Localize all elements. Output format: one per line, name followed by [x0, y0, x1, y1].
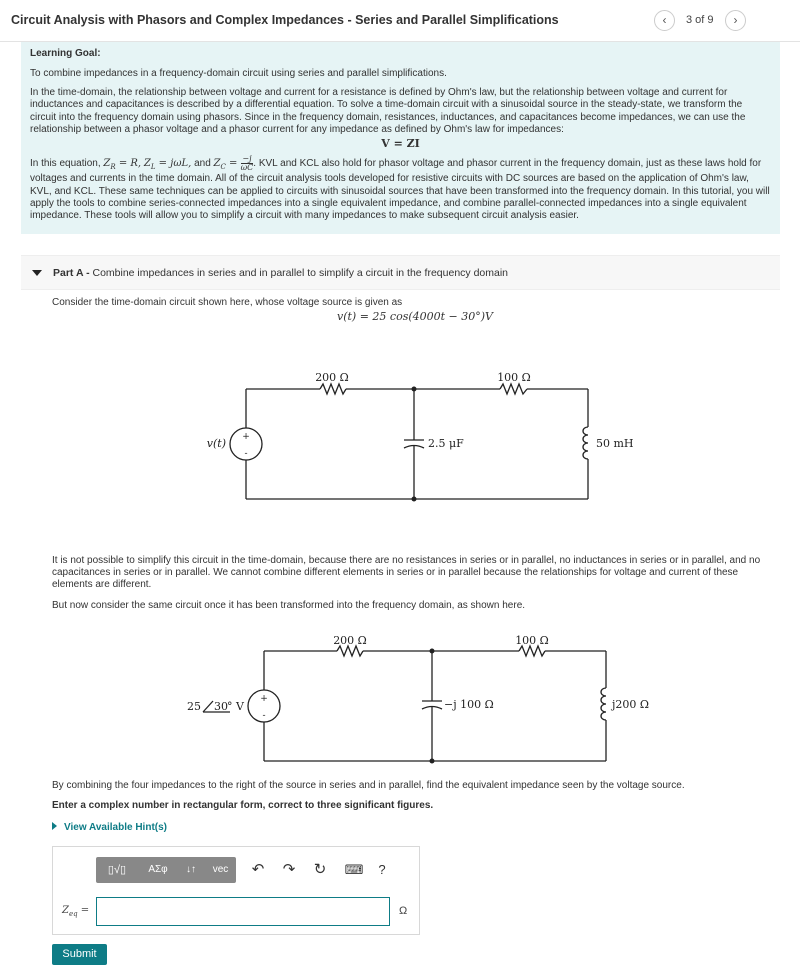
- learning-goal-heading: Learning Goal:: [30, 48, 101, 59]
- ohm-unit: Ω: [399, 905, 408, 917]
- time-inductor-label: 50 mH: [596, 437, 634, 450]
- redo-icon[interactable]: ↷: [278, 857, 300, 883]
- time-resistor-200-label: 200 Ω: [315, 371, 349, 384]
- answer-panel: ▯√▯ ΑΣφ ↓↑ vec ↶ ↷ ↻ ⌨ ? Zeq = Ω: [52, 846, 420, 935]
- zeq-answer-input[interactable]: [96, 897, 390, 926]
- item-counter: 3 of 9: [686, 14, 714, 26]
- zr-formula: ZR = R,: [103, 157, 142, 171]
- page-title: Circuit Analysis with Phasors and Comple…: [11, 13, 559, 27]
- instruction-text: Enter a complex number in rectangular fo…: [52, 800, 434, 811]
- vector-button[interactable]: vec: [205, 857, 236, 883]
- subscript-superscript-button[interactable]: ↓↑: [178, 857, 204, 883]
- templates-button[interactable]: ▯√▯: [96, 857, 138, 883]
- part-a-header[interactable]: Part A - Combine impedances in series an…: [21, 255, 780, 290]
- chevron-left-icon: ‹: [662, 13, 667, 27]
- not-possible-text: It is not possible to simplify this circ…: [52, 555, 761, 590]
- freq-source-unit: ° V: [227, 700, 245, 713]
- next-item-button[interactable]: ›: [725, 10, 746, 31]
- caret-right-icon: [52, 822, 57, 830]
- learning-goal-panel: Learning Goal: To combine impedances in …: [21, 42, 780, 234]
- undo-icon[interactable]: ↶: [247, 857, 269, 883]
- time-source-minus: -: [244, 449, 247, 459]
- freq-source-magnitude: 25: [187, 700, 201, 713]
- part-a-title-text: Combine impedances in series and in para…: [92, 267, 509, 279]
- freq-resistor-100-label: 100 Ω: [515, 634, 549, 647]
- hint-label: View Available Hint(s): [64, 822, 167, 833]
- help-icon[interactable]: ?: [371, 857, 393, 883]
- consider-text: Consider the time-domain circuit shown h…: [52, 297, 403, 308]
- header-bar: Circuit Analysis with Phasors and Comple…: [0, 0, 800, 42]
- time-capacitor-label: 2.5 μF: [428, 437, 464, 450]
- zc-formula: ZC = −j ωC: [213, 153, 254, 172]
- chevron-right-icon: ›: [733, 13, 738, 27]
- ohms-law-equation: V = ZI: [381, 137, 420, 151]
- submit-button[interactable]: Submit: [52, 944, 107, 965]
- time-source-plus: +: [242, 432, 250, 442]
- view-hints-link[interactable]: View Available Hint(s): [52, 822, 167, 833]
- part-a-title: Part A - Combine impedances in series an…: [53, 267, 508, 279]
- frequency-domain-circuit: 200 Ω 100 Ω 25 30 ° V + - −j 100 Ω j200 …: [187, 634, 649, 764]
- freq-capacitor-label: −j 100 Ω: [444, 698, 494, 711]
- reset-icon[interactable]: ↻: [309, 857, 331, 883]
- time-source-label: v(t): [207, 437, 226, 450]
- zeq-label: Zeq =: [62, 905, 90, 918]
- previous-item-button[interactable]: ‹: [654, 10, 675, 31]
- freq-inductor-label: j200 Ω: [610, 698, 649, 711]
- para2-rest: . KVL and KCL also hold for phasor volta…: [30, 157, 770, 222]
- learning-goal-intro: To combine impedances in a frequency-dom…: [30, 68, 447, 80]
- zc-fraction: −j ωC: [240, 153, 254, 172]
- time-resistor-100-label: 100 Ω: [497, 371, 531, 384]
- and-text: and: [194, 157, 211, 169]
- caret-down-icon[interactable]: [32, 270, 42, 276]
- para2-prefix: In this equation,: [30, 157, 101, 169]
- source-equation: v(t) = 25 cos(4000t − 30°)V: [337, 310, 493, 323]
- freq-resistor-200-label: 200 Ω: [333, 634, 367, 647]
- but-now-text: But now consider the same circuit once i…: [52, 600, 526, 611]
- part-a-label: Part A -: [53, 267, 90, 279]
- freq-source-plus: +: [260, 694, 268, 704]
- learning-goal-paragraph-2: In this equation, ZR = R, ZL = jωL, and …: [30, 153, 771, 223]
- learning-goal-paragraph-1: In the time-domain, the relationship bet…: [30, 86, 746, 136]
- freq-source-angle: 30: [214, 700, 228, 713]
- zl-formula: ZL = jωL,: [143, 157, 192, 171]
- keyboard-icon[interactable]: ⌨: [342, 857, 366, 883]
- time-domain-circuit: 200 Ω 100 Ω v(t) + - 2.5 μF 50 mH: [207, 371, 634, 502]
- question-text: By combining the four impedances to the …: [52, 780, 685, 791]
- toolbar-button-group: ▯√▯ ΑΣφ ↓↑ vec: [96, 857, 236, 883]
- symbols-button[interactable]: ΑΣφ: [139, 857, 177, 883]
- freq-source-minus: -: [262, 711, 265, 721]
